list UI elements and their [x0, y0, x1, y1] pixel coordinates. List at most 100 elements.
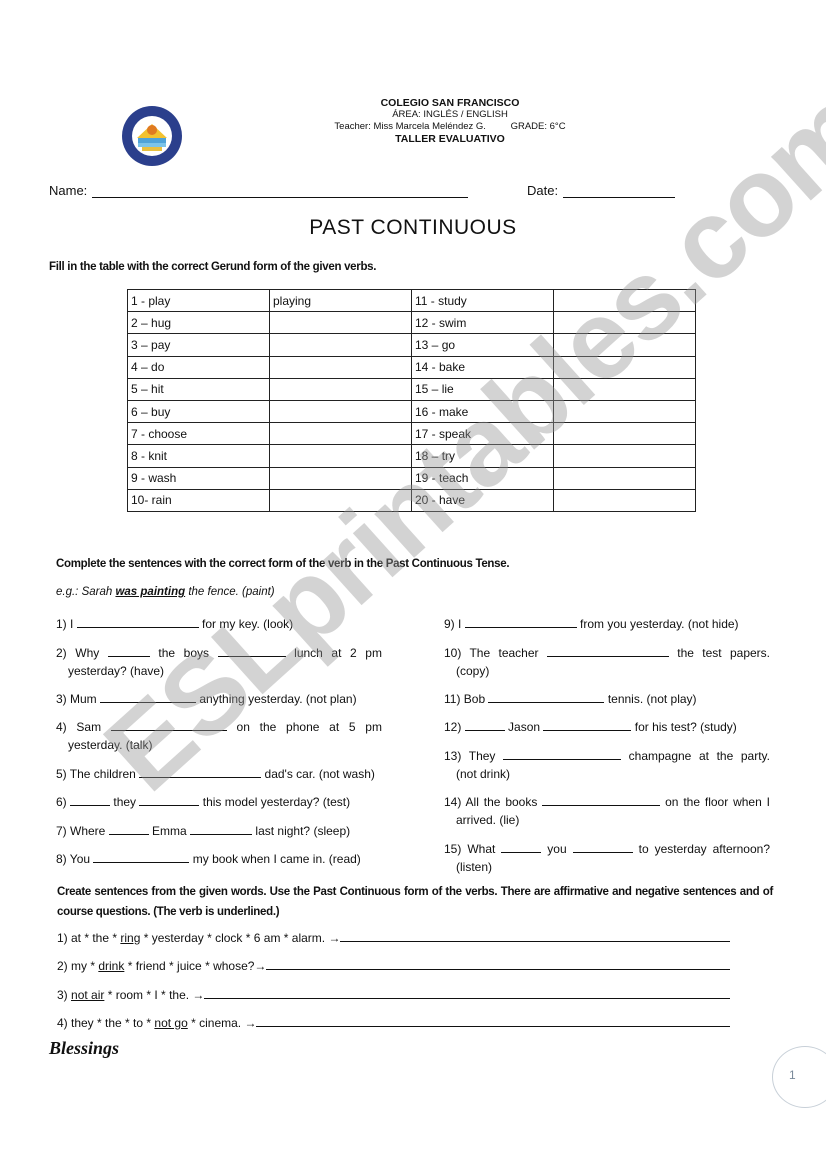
sentence-text: 3) — [57, 988, 72, 1002]
sentence-text: yesterday. (talk) — [68, 738, 153, 752]
sentence-text: 11) Bob — [444, 692, 486, 706]
answer-blank[interactable] — [542, 793, 661, 806]
sentence-text: * yesterday * clock * 6 am * alarm. → — [140, 931, 341, 945]
date-label: Date: — [527, 183, 559, 198]
answer-cell[interactable] — [269, 444, 412, 468]
answer-cell[interactable] — [553, 311, 696, 335]
answer-line[interactable] — [204, 986, 730, 999]
answer-blank[interactable] — [139, 765, 262, 778]
answer-cell[interactable] — [553, 288, 696, 313]
answer-cell[interactable] — [269, 466, 412, 490]
section1-instruction: Fill in the table with the correct Gerun… — [49, 261, 377, 273]
sentence-item: 9) I from you yesterday. (not hide) — [444, 615, 770, 633]
date-field: Date: — [527, 183, 676, 198]
answer-blank[interactable] — [543, 718, 632, 731]
sentence-text: * cinema. → — [187, 1016, 257, 1030]
sentence-continuation: arrived. (lie) — [444, 811, 770, 829]
answer-blank[interactable] — [217, 644, 286, 657]
answer-blank[interactable] — [100, 690, 197, 703]
sentence-line: 9) I from you yesterday. (not hide) — [444, 615, 770, 633]
answer-blank[interactable] — [110, 718, 227, 731]
sentence-text: you — [547, 842, 567, 856]
sentence-text: * room * I * the. → — [104, 988, 205, 1002]
answer-blank[interactable] — [503, 747, 622, 760]
verb-cell: 17 - speak — [411, 422, 554, 446]
verb-cell: 20 - have — [411, 488, 554, 512]
answer-cell[interactable] — [553, 466, 696, 490]
underlined-verb: not air — [71, 988, 105, 1002]
verb-cell: 5 – hit — [127, 377, 270, 401]
table-row: 7 - choose 17 - speak — [127, 422, 696, 446]
answer-cell[interactable] — [269, 488, 412, 512]
answer-blank[interactable] — [464, 718, 505, 731]
section2-instruction: Complete the sentences with the correct … — [56, 558, 510, 570]
sentence-text: my book when I came in. (read) — [192, 852, 361, 866]
sentence-text: 2) Why — [56, 646, 100, 660]
sentence-item: 15) What you to yesterday afternoon? (lis… — [444, 840, 770, 876]
name-blank[interactable] — [92, 183, 469, 198]
sentence-text: 3) Mum — [56, 692, 97, 706]
answer-blank[interactable] — [190, 822, 253, 835]
answer-blank[interactable] — [76, 615, 199, 628]
answer-cell[interactable] — [553, 422, 696, 446]
sentence-continuation: yesterday? (have) — [56, 662, 382, 680]
answer-cell[interactable] — [553, 333, 696, 357]
sentence-text: to yesterday afternoon? — [638, 842, 770, 856]
answer-line[interactable] — [266, 957, 730, 970]
sentence-item: 6) they this model yesterday? (test) — [56, 793, 382, 811]
sentence-text: last night? (sleep) — [255, 824, 351, 838]
sentence-text: Emma — [152, 824, 187, 838]
answer-blank[interactable] — [108, 822, 149, 835]
create-sentence-item: 1) at * the * ring * yesterday * clock *… — [57, 929, 730, 945]
sentence-text: 6) — [56, 795, 67, 809]
answer-cell[interactable]: playing — [269, 288, 412, 313]
sentence-text: 15) What — [444, 842, 496, 856]
answer-blank[interactable] — [107, 644, 150, 657]
answer-cell[interactable] — [553, 355, 696, 379]
verb-cell: 12 - swim — [411, 311, 554, 335]
sentence-text: dad's car. (not wash) — [264, 767, 375, 781]
sentence-item: 2) Why the boys lunch at 2 pm yesterday? … — [56, 644, 382, 680]
answer-blank[interactable] — [464, 615, 577, 628]
verb-cell: 9 - wash — [127, 466, 270, 490]
answer-line[interactable] — [340, 929, 730, 942]
answer-blank[interactable] — [488, 690, 605, 703]
verb-cell: 18 – try — [411, 444, 554, 468]
sentence-item: 5) The children dad's car. (not wash) — [56, 765, 382, 783]
answer-line[interactable] — [256, 1014, 730, 1027]
sentence-continuation: (listen) — [444, 858, 770, 876]
answer-cell[interactable] — [269, 377, 412, 401]
answer-blank[interactable] — [70, 793, 111, 806]
answer-cell[interactable] — [269, 333, 412, 357]
sentence-text: (not drink) — [456, 767, 511, 781]
answer-cell[interactable] — [553, 444, 696, 468]
answer-cell[interactable] — [269, 311, 412, 335]
answer-cell[interactable] — [553, 488, 696, 512]
date-blank[interactable] — [563, 183, 676, 198]
sentence-text: (copy) — [456, 664, 490, 678]
sentence-line: 13) They champagne at the party. — [444, 747, 770, 765]
answer-blank[interactable] — [572, 840, 633, 853]
sentence-item: 3) Mum anything yesterday. (not plan) — [56, 690, 382, 708]
sentence-line: 12) Jason for his test? (study) — [444, 718, 770, 736]
create-sentence-item: 2) my * drink * friend * juice * whose?→ — [57, 957, 730, 973]
table-row: 1 - play playing 11 - study — [127, 288, 696, 313]
sentence-text: 8) You — [56, 852, 91, 866]
sentence-line: 11) Bob tennis. (not play) — [444, 690, 770, 708]
answer-blank[interactable] — [93, 850, 190, 863]
sentence-line: 3) Mum anything yesterday. (not plan) — [56, 690, 382, 708]
sentence-text: 1) I — [56, 617, 74, 631]
sentence-text: 14) All the books — [444, 795, 538, 809]
sentence-continuation: (not drink) — [444, 765, 770, 783]
answer-blank[interactable] — [546, 644, 669, 657]
answer-blank[interactable] — [139, 793, 200, 806]
answer-cell[interactable] — [553, 399, 696, 424]
sentence-text: 7) Where — [56, 824, 106, 838]
answer-cell[interactable] — [269, 399, 412, 424]
answer-blank[interactable] — [501, 840, 542, 853]
answer-cell[interactable] — [269, 355, 412, 379]
sentence-text: anything yesterday. (not plan) — [199, 692, 357, 706]
answer-cell[interactable] — [269, 422, 412, 446]
sentence-text: they — [113, 795, 137, 809]
answer-cell[interactable] — [553, 377, 696, 401]
